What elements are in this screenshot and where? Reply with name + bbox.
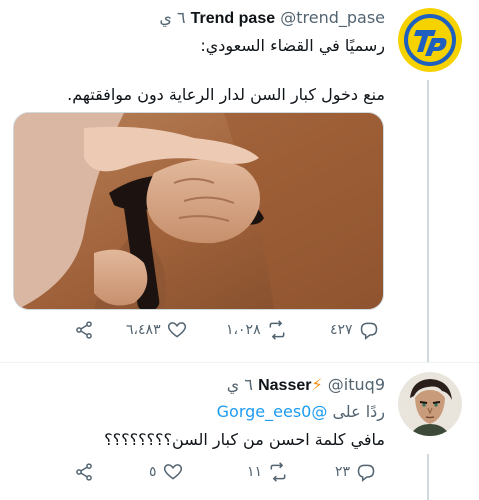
tweet-text: منع دخول كبار السن لدار الرعاية دون مواف… [67,85,385,104]
tweet-image[interactable] [13,112,384,310]
like-button[interactable]: ٥ [149,462,183,482]
tweet-text: رسميًا في القضاء السعودي: [200,36,385,55]
avatar-trend-pase[interactable] [398,8,462,72]
retweet-count: ١،٠٢٨ [226,322,261,338]
retweet-count: ١١ [247,464,263,480]
thread-line [427,454,429,500]
reply-count: ٢٣ [335,464,351,480]
share-button[interactable] [74,462,94,482]
retweet-button[interactable]: ١١ [247,462,288,482]
tweet-text: مافي كلمة احسن من كبار السن؟؟؟؟؟؟؟؟ [104,430,385,449]
retweet-button[interactable]: ١،٠٢٨ [226,320,287,340]
like-icon [167,322,186,338]
like-count: ٥ [149,464,157,480]
reply-button[interactable]: ٢٣ [335,462,376,482]
trend-pase-logo [398,8,462,72]
author-name[interactable]: Trend pase [191,10,275,27]
tweet-time[interactable]: ٦ ي [227,375,253,394]
reply-prefix: ردًا على [332,402,385,421]
tweet-header: Trend pase @trend_pase ٦ ي [159,8,385,28]
like-icon [163,464,182,480]
share-button[interactable] [74,320,94,340]
author-handle[interactable]: @trend_pase [280,8,385,27]
like-button[interactable]: ٦،٤٨٣ [126,320,187,340]
reply-button[interactable]: ٤٢٧ [330,320,379,340]
avatar-nasser[interactable] [398,372,462,436]
elderly-hands-cane-photo [14,113,383,309]
author-handle[interactable]: @ituq9 [328,375,385,394]
share-icon [76,321,92,339]
tweet-divider [0,362,479,363]
like-count: ٦،٤٨٣ [126,322,161,338]
reply-count: ٤٢٧ [330,322,353,338]
author-name[interactable]: Nasser [258,377,311,394]
reply-to-mention[interactable]: @Gorge_ees0 [217,402,328,421]
nasser-avatar-image [398,372,462,436]
reply-icon [357,464,375,482]
tweet-time[interactable]: ٦ ي [159,8,185,27]
reply-context: ردًا على @Gorge_ees0 [217,402,385,421]
thread-line [427,80,429,362]
lightning-icon: ⚡ [311,375,323,394]
tweet-header: Nasser⚡ @ituq9 ٦ ي [227,375,385,395]
retweet-icon [270,462,286,482]
reply-icon [360,322,377,340]
retweet-icon [269,320,285,340]
share-icon [76,463,92,481]
